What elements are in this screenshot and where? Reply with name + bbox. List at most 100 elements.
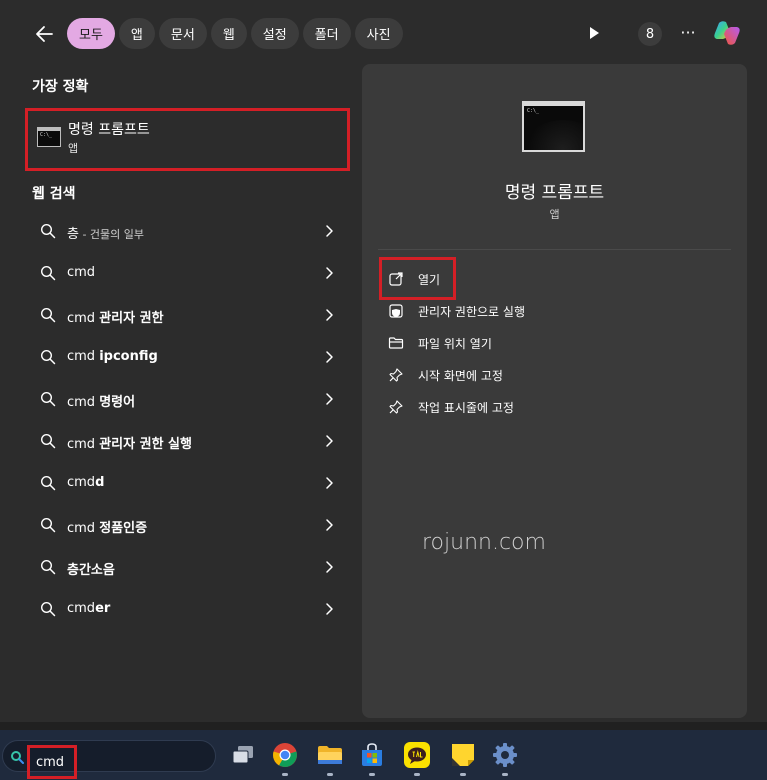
- chevron-right-icon[interactable]: [324, 602, 334, 616]
- action-pin-to-taskbar[interactable]: 작업 표시줄에 고정: [384, 393, 714, 421]
- web-search-item-label: cmder: [67, 601, 110, 616]
- web-search-item-label: cmd ipconfig: [67, 349, 158, 364]
- web-search-item[interactable]: 층간소음: [32, 547, 346, 587]
- query-text: cmd: [67, 521, 100, 536]
- task-view-icon[interactable]: [229, 741, 257, 769]
- web-search-item[interactable]: 층 - 건물의 일부: [32, 211, 346, 251]
- web-search-item[interactable]: cmd 정품인증: [32, 505, 346, 545]
- pin-icon: [389, 368, 403, 382]
- sticky-notes-icon[interactable]: [449, 741, 477, 769]
- query-text: 층: [67, 227, 79, 242]
- chevron-right-icon[interactable]: [324, 266, 334, 280]
- best-match-heading: 가장 정확: [32, 79, 89, 95]
- back-arrow-icon[interactable]: [32, 22, 58, 46]
- query-text: cmd: [67, 601, 96, 616]
- web-search-item-label: cmdd: [67, 475, 104, 490]
- query-text: cmd: [67, 437, 100, 452]
- action-run-as-admin[interactable]: 관리자 권한으로 실행: [384, 297, 714, 325]
- search-icon: [40, 559, 56, 575]
- query-text: cmd: [67, 475, 96, 490]
- search-icon: [40, 349, 56, 365]
- search-icon: [40, 307, 56, 323]
- search-icon: [11, 751, 24, 764]
- best-match-title: 명령 프롬프트: [68, 122, 150, 138]
- preview-app-name: 명령 프롬프트: [504, 183, 605, 203]
- chevron-right-icon[interactable]: [324, 392, 334, 406]
- copilot-icon[interactable]: [711, 17, 743, 49]
- taskbar-search-box[interactable]: [2, 740, 216, 779]
- play-icon[interactable]: [586, 24, 602, 42]
- filter-tab-all[interactable]: 모두: [67, 18, 115, 49]
- action-label: 파일 위치 열기: [418, 337, 492, 351]
- filter-tab-folders[interactable]: 폴더: [302, 18, 351, 49]
- filter-tab-apps[interactable]: 앱: [118, 18, 155, 49]
- web-search-item[interactable]: cmd 명령어: [32, 379, 346, 419]
- chevron-right-icon[interactable]: [324, 434, 334, 448]
- web-search-item-label: cmd 명령어: [67, 391, 135, 410]
- action-pin-to-start[interactable]: 시작 화면에 고정: [384, 361, 714, 389]
- query-suggestion: ipconfig: [99, 349, 158, 364]
- watermark: rojunn.com: [422, 530, 546, 555]
- file-explorer-icon[interactable]: [316, 741, 344, 769]
- filter-tab-documents[interactable]: 문서: [158, 18, 207, 49]
- action-label: 시작 화면에 고정: [418, 369, 503, 383]
- search-icon: [40, 223, 56, 239]
- query-suggestion: d: [95, 475, 105, 490]
- search-icon: [40, 433, 56, 449]
- search-icon: [40, 601, 56, 617]
- chevron-right-icon[interactable]: [324, 560, 334, 574]
- web-search-item-label: cmd 정품인증: [67, 517, 147, 536]
- taskbar: [0, 730, 767, 780]
- web-search-item-label: cmd 관리자 권한 실행: [67, 433, 192, 452]
- preview-app-kind: 앱: [549, 208, 560, 221]
- settings-icon[interactable]: [491, 741, 519, 769]
- chevron-right-icon[interactable]: [324, 518, 334, 532]
- action-open-file-location[interactable]: 파일 위치 열기: [384, 329, 714, 357]
- search-icon: [40, 475, 56, 491]
- more-options-icon[interactable]: ···: [676, 22, 700, 46]
- microsoft-store-icon[interactable]: [358, 741, 386, 769]
- folder-icon: [388, 337, 404, 349]
- web-search-item[interactable]: cmder: [32, 589, 346, 629]
- command-prompt-large-icon: C:\_: [522, 101, 585, 152]
- chevron-right-icon[interactable]: [324, 308, 334, 322]
- search-header: 모두 앱 문서 웹 설정 폴더 사진 8 ···: [0, 0, 767, 64]
- query-text: cmd: [67, 265, 96, 280]
- search-input[interactable]: [27, 745, 77, 779]
- running-indicator: [369, 773, 375, 776]
- action-label: 관리자 권한으로 실행: [418, 305, 525, 319]
- web-search-item-label: 층간소음: [67, 559, 115, 578]
- web-search-item[interactable]: cmdd: [32, 463, 346, 503]
- kakaotalk-icon[interactable]: [403, 741, 431, 769]
- chevron-right-icon[interactable]: [324, 350, 334, 364]
- query-suggestion: er: [95, 601, 111, 616]
- web-search-item[interactable]: cmd 관리자 권한: [32, 295, 346, 335]
- command-prompt-icon: C:\_: [37, 127, 61, 147]
- query-description: - 건물의 일부: [78, 228, 145, 241]
- chevron-right-icon[interactable]: [324, 224, 334, 238]
- shield-admin-icon: [389, 304, 403, 318]
- pin-icon: [389, 400, 403, 414]
- web-search-item[interactable]: cmd: [32, 253, 346, 293]
- rewards-badge[interactable]: 8: [638, 22, 662, 46]
- filter-tab-web[interactable]: 웹: [210, 18, 247, 49]
- web-search-item-label: cmd 관리자 권한: [67, 307, 164, 326]
- web-search-item[interactable]: cmd 관리자 권한 실행: [32, 421, 346, 461]
- best-match-result[interactable]: C:\_ 명령 프롬프트 앱: [25, 108, 350, 171]
- chrome-icon[interactable]: [271, 741, 299, 769]
- filter-tab-settings[interactable]: 설정: [250, 18, 299, 49]
- best-match-subtitle: 앱: [68, 142, 79, 155]
- query-suggestion: 층간소음: [67, 563, 115, 578]
- query-suggestion: 관리자 권한: [99, 311, 164, 326]
- running-indicator: [327, 773, 333, 776]
- query-text: cmd: [67, 349, 100, 364]
- filter-tab-photos[interactable]: 사진: [354, 18, 403, 49]
- web-search-item-label: 층 - 건물의 일부: [67, 223, 144, 242]
- chevron-right-icon[interactable]: [324, 476, 334, 490]
- query-suggestion: 명령어: [99, 395, 136, 410]
- query-text: cmd: [67, 395, 100, 410]
- query-suggestion: 정품인증: [99, 521, 148, 536]
- web-search-item[interactable]: cmd ipconfig: [32, 337, 346, 377]
- divider: [378, 249, 731, 250]
- preview-pane: C:\_ 명령 프롬프트 앱 열기 관리자 권한으로 실행 파일 위치 열기 시…: [362, 64, 747, 718]
